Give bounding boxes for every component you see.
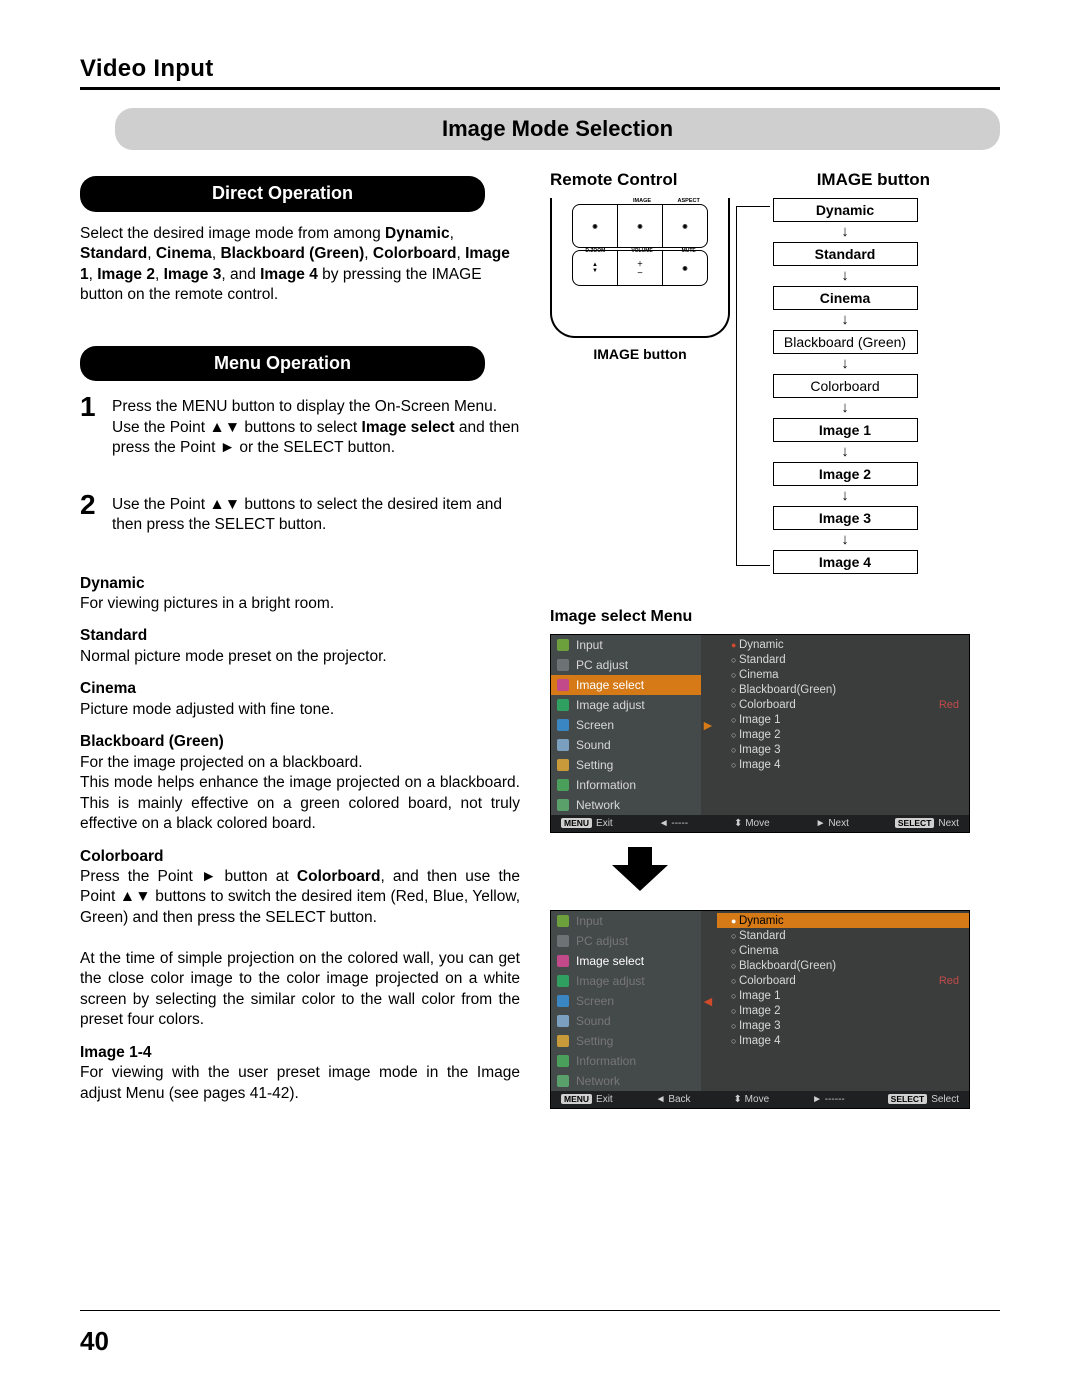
remote-btn: ◉ (663, 251, 707, 285)
mode-label: Colorboard (80, 847, 520, 867)
flow-box: Standard (773, 242, 918, 266)
mode-desc: For viewing with the user preset image m… (80, 1063, 520, 1104)
flow-box: Image 2 (773, 462, 918, 486)
mode-desc: For viewing pictures in a bright room. (80, 594, 520, 614)
mode-desc: Press the Point ► button at Colorboard, … (80, 867, 520, 1031)
section-title: Video Input (80, 55, 1000, 90)
osd-screenshot-2: Input PC adjust Image select Image adjus… (550, 910, 970, 1109)
pill-menu-operation: Menu Operation (80, 346, 485, 382)
mode-desc: Picture mode adjusted with fine tone. (80, 700, 520, 720)
image-button-title: IMAGE button (817, 170, 930, 190)
remote-control-heading: Remote Control (550, 170, 678, 190)
pill-direct-operation: Direct Operation (80, 176, 485, 212)
down-arrow-icon (610, 847, 670, 896)
mode-label: Image 1-4 (80, 1043, 520, 1063)
mode-desc: Normal picture mode preset on the projec… (80, 647, 520, 667)
remote-btn: ◉ (618, 205, 663, 247)
osd-screenshot-1: Input PC adjust Image select Image adjus… (550, 634, 970, 833)
mode-label: Cinema (80, 679, 520, 699)
mode-label: Blackboard (Green) (80, 732, 520, 752)
mode-definitions: Dynamic For viewing pictures in a bright… (80, 574, 520, 1104)
step-text: Use the Point ▲▼ buttons to select the d… (112, 495, 520, 536)
flow-box: Blackboard (Green) (773, 330, 918, 354)
image-button-label: IMAGE button (550, 346, 730, 362)
remote-btn: ＋－ (618, 251, 663, 285)
footer-divider (80, 1310, 1000, 1311)
flow-box: Image 4 (773, 550, 918, 574)
image-mode-flow: Dynamic↓ Standard↓ Cinema↓ Blackboard (G… (750, 198, 940, 574)
step-number: 2 (80, 491, 112, 519)
flow-box: Image 1 (773, 418, 918, 442)
remote-btn: ▲▼ (573, 251, 618, 285)
flow-box: Image 3 (773, 506, 918, 530)
step-number: 1 (80, 393, 112, 421)
step-text: Press the MENU button to display the On-… (112, 397, 520, 458)
image-select-menu-heading: Image select Menu (550, 608, 970, 626)
step-2: 2 Use the Point ▲▼ buttons to select the… (80, 491, 520, 536)
page-number: 40 (80, 1326, 109, 1357)
remote-control-illustration: IMAGEASPECT ◉ ◉ ◉ D.ZOOMVOLUMEMUTE ▲▼ ＋－… (550, 198, 730, 338)
step-1: 1 Press the MENU button to display the O… (80, 393, 520, 458)
flow-box: Cinema (773, 286, 918, 310)
flow-box: Dynamic (773, 198, 918, 222)
flow-box: Colorboard (773, 374, 918, 398)
remote-btn: ◉ (573, 205, 618, 247)
direct-op-text: Select the desired image mode from among… (80, 224, 520, 306)
mode-desc: For the image projected on a blackboard.… (80, 753, 520, 835)
remote-btn: ◉ (663, 205, 707, 247)
banner-image-mode: Image Mode Selection (115, 108, 1000, 150)
mode-label: Dynamic (80, 574, 520, 594)
mode-label: Standard (80, 626, 520, 646)
